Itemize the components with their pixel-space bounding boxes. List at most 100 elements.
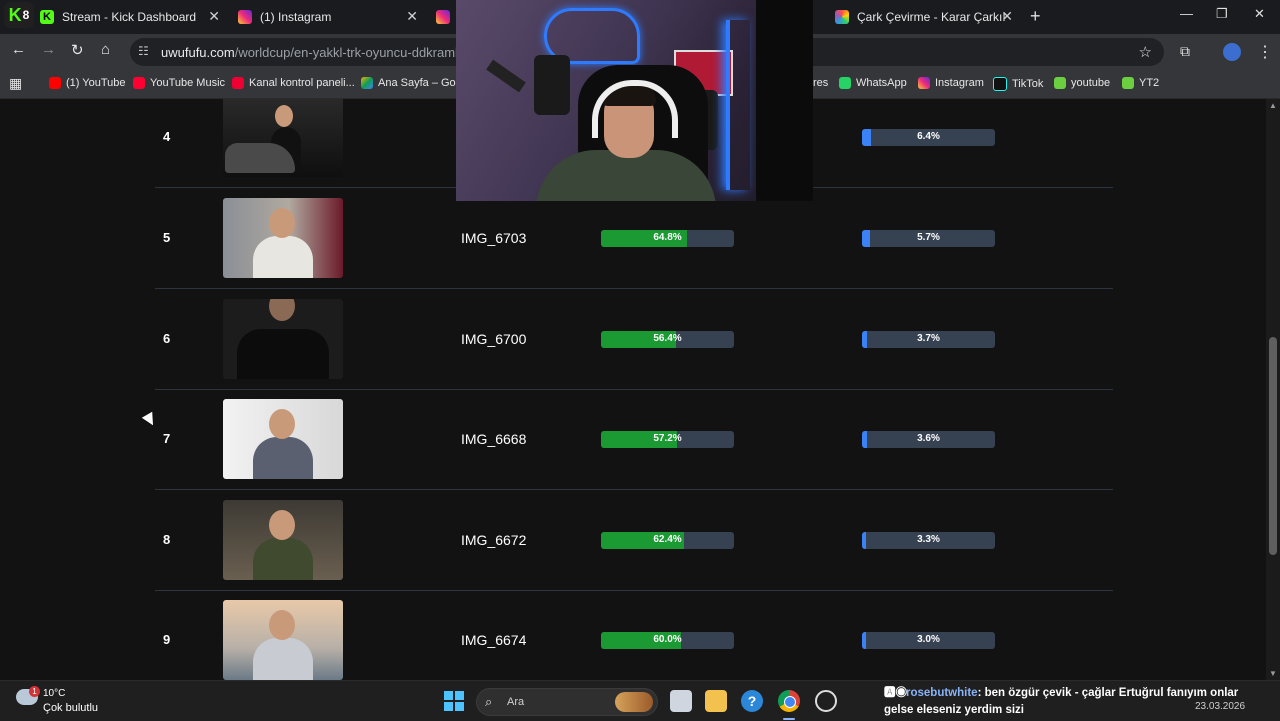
- windows-taskbar: 1 10°C Çok bulutlu ⌕ Ara ? 🅰◉rosebutwhit…: [0, 680, 1280, 721]
- instagram-icon: [238, 10, 252, 24]
- photo-head: [269, 510, 295, 540]
- contestant-photo[interactable]: [223, 198, 343, 278]
- instagram-icon: [918, 77, 930, 89]
- restore-icon[interactable]: ❐: [1216, 6, 1228, 22]
- profile-badge[interactable]: K 8: [4, 2, 34, 28]
- win-rate-bar: 64.8%: [601, 230, 734, 247]
- contestant-name: IMG_6672: [461, 532, 527, 548]
- youtube-studio-icon: [232, 77, 244, 89]
- taskbar-search[interactable]: ⌕ Ara: [476, 688, 658, 716]
- photo-head: [269, 299, 295, 321]
- champion-rate-bar: 3.7%: [862, 331, 995, 348]
- tab-instagram[interactable]: (1) Instagram ✕: [238, 4, 418, 30]
- rank-number: 7: [163, 431, 171, 446]
- bookmark-ana-sayfa[interactable]: Ana Sayfa – Goog: [361, 77, 468, 89]
- whatsapp-icon: [839, 77, 851, 89]
- rank-number: 4: [163, 129, 171, 144]
- close-icon[interactable]: ✕: [208, 8, 220, 25]
- window-close-icon[interactable]: ✕: [1254, 6, 1265, 22]
- win-rate-label: 62.4%: [653, 534, 682, 545]
- clock-date[interactable]: 23.03.2026: [1195, 701, 1245, 712]
- reload-icon[interactable]: ↻: [71, 41, 84, 59]
- bookmark-youtube-music[interactable]: YouTube Music: [133, 77, 225, 89]
- url-text[interactable]: uwufufu.com/worldcup/en-yakkl-trk-oyuncu…: [161, 45, 470, 60]
- contestant-photo[interactable]: [223, 600, 343, 680]
- search-icon: ⌕: [485, 694, 493, 709]
- close-icon[interactable]: ✕: [1001, 8, 1013, 25]
- bookmark-label: res: [813, 77, 829, 89]
- bookmark-youtube[interactable]: (1) YouTube: [49, 77, 126, 89]
- bookmark-yt2[interactable]: YT2: [1122, 77, 1159, 89]
- bookmark-label: Ana Sayfa – Goog: [378, 77, 468, 89]
- scroll-down-arrow-icon[interactable]: ▼: [1269, 669, 1277, 678]
- windows-start-icon[interactable]: [444, 691, 464, 711]
- scrollbar-thumb[interactable]: [1269, 337, 1277, 555]
- contestant-photo[interactable]: [223, 99, 343, 177]
- webcam-overlay: [456, 0, 813, 201]
- bookmark-youtube-sheet[interactable]: youtube: [1054, 77, 1110, 89]
- back-arrow-icon[interactable]: ←: [11, 41, 26, 58]
- rank-number: 8: [163, 532, 171, 547]
- contestant-name: IMG_6674: [461, 632, 527, 648]
- site-settings-icon[interactable]: ☷: [138, 44, 149, 58]
- google-drive-icon: [361, 77, 373, 89]
- photo-head: [269, 610, 295, 640]
- help-icon[interactable]: ?: [741, 690, 763, 712]
- chrome-icon[interactable]: [778, 690, 800, 712]
- tiktok-icon: [993, 77, 1007, 91]
- photo-head: [275, 105, 293, 127]
- bookmark-star-icon[interactable]: ☆: [1139, 43, 1152, 61]
- tab-kick-dashboard[interactable]: K Stream - Kick Dashboard ✕: [40, 4, 220, 30]
- contestant-name: IMG_6700: [461, 331, 527, 347]
- win-rate-label: 60.0%: [653, 634, 682, 645]
- contestant-name: IMG_6668: [461, 431, 527, 447]
- weather-temperature[interactable]: 10°C: [43, 688, 65, 699]
- bookmark-instagram[interactable]: Instagram: [918, 77, 984, 89]
- bookmark-whatsapp[interactable]: WhatsApp: [839, 77, 907, 89]
- rank-number: 5: [163, 230, 171, 245]
- tab-instagram-2[interactable]: [436, 4, 456, 30]
- search-highlight-image: [615, 692, 653, 712]
- chat-username: rosebutwhite: [906, 687, 978, 699]
- sheets-icon: [1054, 77, 1066, 89]
- wheel-icon: [835, 10, 849, 24]
- win-rate-bar: 56.4%: [601, 331, 734, 348]
- forward-arrow-icon[interactable]: →: [41, 41, 56, 58]
- table-row: 8 IMG_6672 62.4% 3.3%: [155, 490, 1113, 591]
- page-scrollbar[interactable]: ▲ ▼: [1266, 99, 1280, 680]
- bookmark-res[interactable]: res: [813, 77, 828, 89]
- task-view-icon[interactable]: [670, 690, 692, 712]
- instagram-icon: [436, 10, 450, 24]
- new-tab-plus-icon[interactable]: +: [1030, 6, 1041, 27]
- champion-rate-label: 5.7%: [917, 232, 940, 243]
- sheets-icon: [1122, 77, 1134, 89]
- bookmark-tiktok[interactable]: TikTok: [993, 77, 1043, 91]
- browser-menu-icon[interactable]: ⋮: [1257, 42, 1273, 62]
- profile-badge-letter: K: [8, 4, 22, 25]
- obs-icon[interactable]: [815, 690, 837, 712]
- photo-figure: [253, 437, 313, 479]
- contestant-photo[interactable]: [223, 299, 343, 379]
- close-icon[interactable]: ✕: [406, 8, 418, 25]
- tab-wheel-spin[interactable]: Çark Çevirme - Karar Çarkı! ✕: [835, 4, 1013, 30]
- extensions-icon[interactable]: ⧉: [1180, 43, 1190, 60]
- win-rate-bar: 62.4%: [601, 532, 734, 549]
- minimize-icon[interactable]: —: [1180, 6, 1193, 21]
- champion-rate-bar: 3.3%: [862, 532, 995, 549]
- bookmark-label: Instagram: [935, 77, 984, 89]
- profile-avatar[interactable]: [1223, 43, 1241, 61]
- weather-condition[interactable]: Çok bulutlu: [43, 702, 98, 714]
- youtube-icon: [49, 77, 61, 89]
- win-rate-label: 56.4%: [653, 333, 682, 344]
- contestant-photo[interactable]: [223, 399, 343, 479]
- scroll-up-arrow-icon[interactable]: ▲: [1269, 101, 1277, 110]
- home-icon[interactable]: ⌂: [101, 41, 110, 58]
- bookmark-kanal[interactable]: Kanal kontrol paneli...: [232, 77, 355, 89]
- microphone-arm: [486, 59, 526, 93]
- apps-grid-icon[interactable]: ▦: [9, 75, 22, 92]
- contestant-photo[interactable]: [223, 500, 343, 580]
- file-explorer-icon[interactable]: [705, 690, 727, 712]
- url-domain: uwufufu.com: [161, 45, 235, 60]
- tab-title: Stream - Kick Dashboard: [62, 10, 197, 24]
- bookmark-label: (1) YouTube: [66, 77, 126, 89]
